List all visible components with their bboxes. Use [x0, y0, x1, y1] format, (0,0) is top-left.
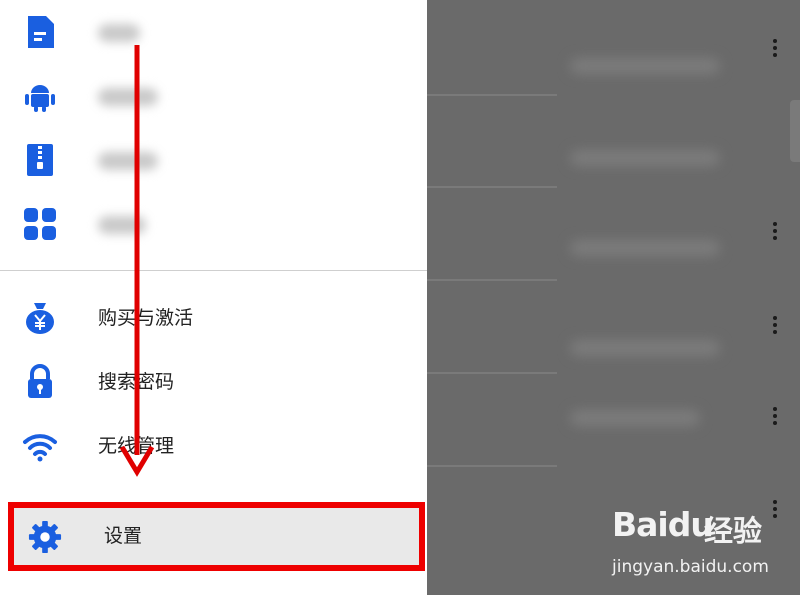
- watermark-brand-cn: 经验: [704, 514, 763, 548]
- watermark-brand: Baidu: [612, 505, 714, 544]
- watermark-url: jingyan.baidu.com: [612, 557, 769, 577]
- baidu-jingyan-watermark: Baidu 经验 jingyan.baidu.com: [612, 505, 800, 595]
